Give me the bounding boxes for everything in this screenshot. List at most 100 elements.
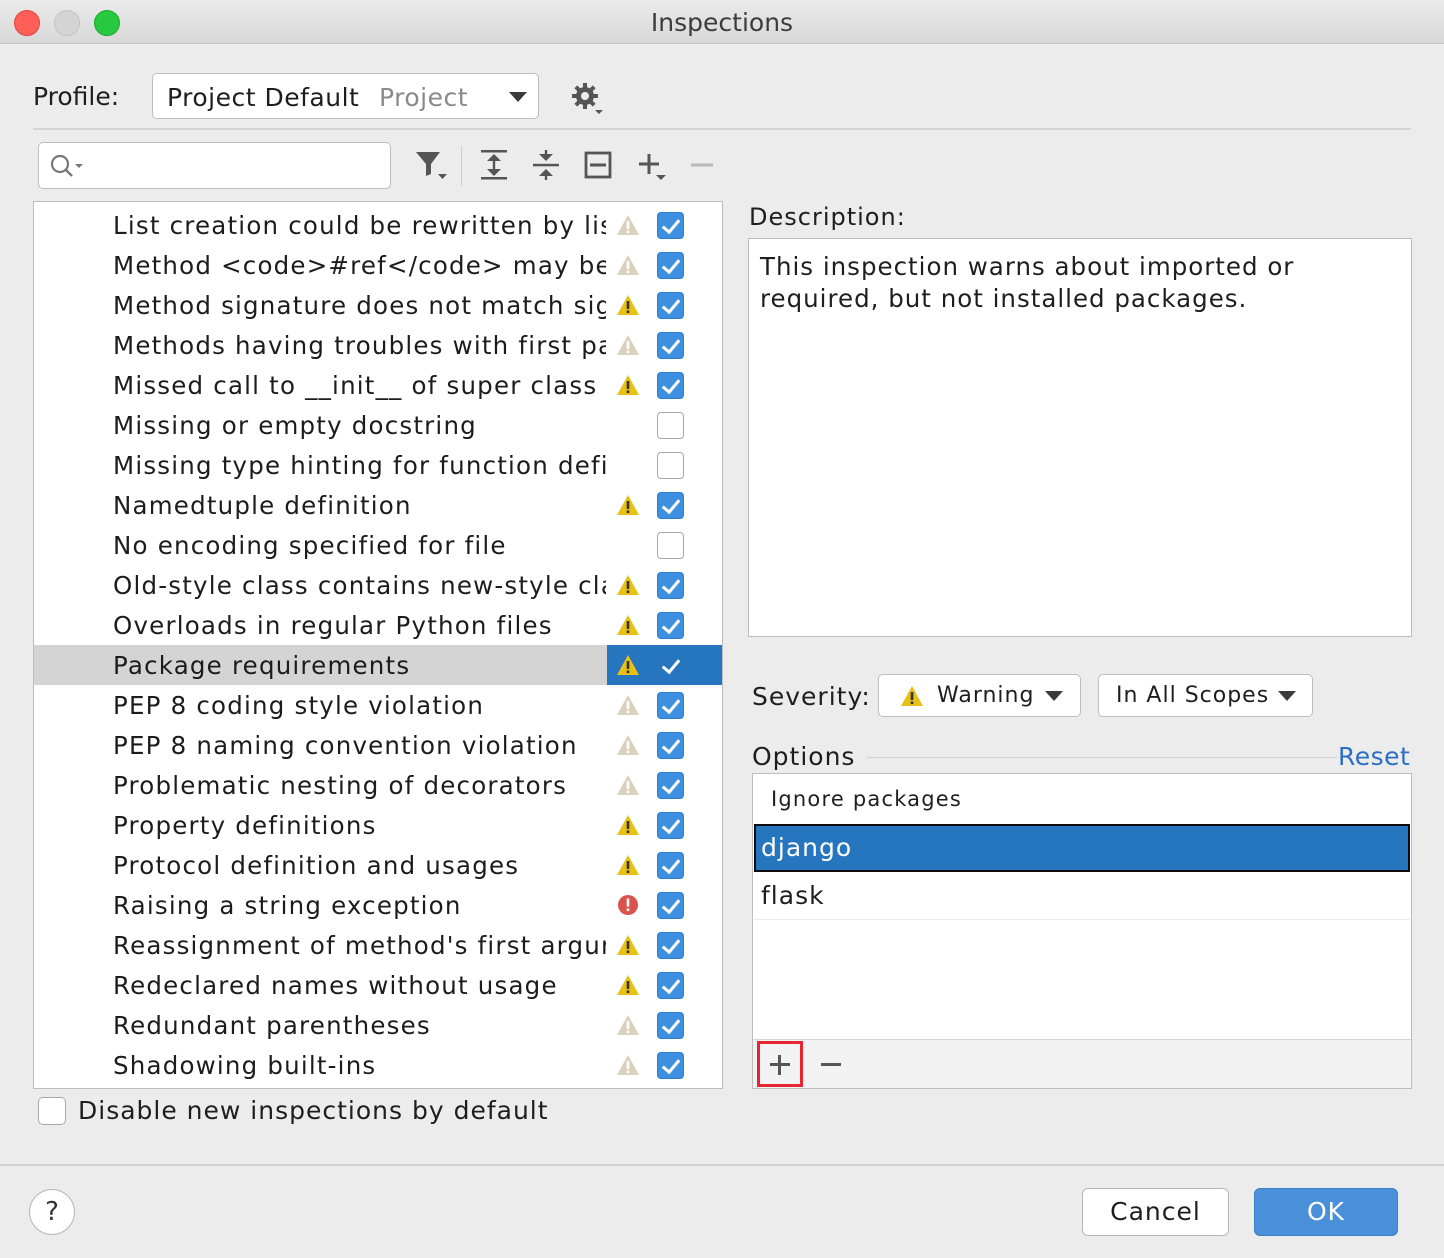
inspection-row[interactable]: Redundant parentheses xyxy=(34,1005,722,1045)
inspection-row[interactable]: Protocol definition and usages xyxy=(34,845,722,885)
inspection-enabled-checkbox[interactable] xyxy=(657,732,684,759)
filter-icon[interactable] xyxy=(414,148,448,182)
inspection-enabled-checkbox[interactable] xyxy=(657,372,684,399)
inspection-row[interactable]: PEP 8 naming convention violation xyxy=(34,725,722,765)
add-icon[interactable] xyxy=(635,148,669,182)
inspection-label: Reassignment of method's first argument xyxy=(113,931,606,960)
reset-link[interactable]: Reset xyxy=(1338,742,1410,771)
inspection-row[interactable]: Missing type hinting for function defini… xyxy=(34,445,722,485)
inspection-row[interactable]: Package requirements xyxy=(34,645,722,685)
inspection-enabled-checkbox[interactable] xyxy=(657,1052,684,1079)
add-package-button[interactable] xyxy=(757,1041,803,1087)
inspection-row[interactable]: Problematic nesting of decorators xyxy=(34,765,722,805)
profile-label: Profile: xyxy=(33,82,120,111)
inspection-enabled-checkbox[interactable] xyxy=(657,572,684,599)
inspection-enabled-checkbox[interactable] xyxy=(657,972,684,999)
remove-icon[interactable] xyxy=(687,148,721,182)
weak-warning-icon xyxy=(617,215,639,235)
inspection-row[interactable]: Methods having troubles with first param… xyxy=(34,325,722,365)
inspection-enabled-checkbox[interactable] xyxy=(657,932,684,959)
search-icon xyxy=(50,154,83,177)
inspection-row[interactable]: Missing or empty docstring xyxy=(34,405,722,445)
inspection-row[interactable]: Method signature does not match signatur… xyxy=(34,285,722,325)
ok-button[interactable]: OK xyxy=(1254,1188,1398,1236)
inspection-row[interactable]: Raising a string exception xyxy=(34,885,722,925)
inspection-enabled-checkbox[interactable] xyxy=(657,1012,684,1039)
severity-dropdown[interactable]: Warning xyxy=(878,674,1081,717)
options-label: Options xyxy=(752,742,856,771)
weak-warning-icon xyxy=(617,695,639,715)
cancel-button[interactable]: Cancel xyxy=(1082,1188,1229,1236)
inspection-row[interactable]: Missed call to __init__ of super class xyxy=(34,365,722,405)
inspection-label: Namedtuple definition xyxy=(113,491,412,520)
inspection-row[interactable]: List creation could be rewritten by list xyxy=(34,205,722,245)
inspection-label: Missing type hinting for function defini… xyxy=(113,451,606,480)
inspection-enabled-checkbox[interactable] xyxy=(657,652,684,679)
profile-scope: Project xyxy=(379,83,469,112)
inspection-label: Method signature does not match signatur… xyxy=(113,291,606,320)
inspections-tree[interactable]: List creation could be rewritten by list… xyxy=(33,201,723,1089)
inspection-enabled-checkbox[interactable] xyxy=(657,412,684,439)
inspection-label: Protocol definition and usages xyxy=(113,851,520,880)
warning-icon xyxy=(617,855,639,875)
inspection-enabled-checkbox[interactable] xyxy=(657,332,684,359)
warning-icon xyxy=(617,575,639,595)
warning-icon xyxy=(617,655,639,675)
profile-dropdown[interactable]: Project Default Project xyxy=(152,73,539,119)
inspection-enabled-checkbox[interactable] xyxy=(657,212,684,239)
title-bar: Inspections xyxy=(0,0,1444,44)
package-row-flask[interactable]: flask xyxy=(754,872,1410,920)
inspection-enabled-checkbox[interactable] xyxy=(657,292,684,319)
inspection-enabled-checkbox[interactable] xyxy=(657,612,684,639)
severity-value: Warning xyxy=(937,683,1035,708)
warning-icon xyxy=(901,686,923,706)
description-line: required, but not installed packages. xyxy=(760,284,1248,313)
help-button[interactable]: ? xyxy=(29,1189,75,1235)
inspection-row[interactable]: Namedtuple definition xyxy=(34,485,722,525)
inspection-label: Problematic nesting of decorators xyxy=(113,771,568,800)
scope-dropdown[interactable]: In All Scopes xyxy=(1098,674,1313,717)
inspection-row[interactable]: Reassignment of method's first argument xyxy=(34,925,722,965)
list-header: Ignore packages xyxy=(771,787,963,811)
inspection-enabled-checkbox[interactable] xyxy=(657,772,684,799)
inspection-enabled-checkbox[interactable] xyxy=(657,532,684,559)
inspection-label: Shadowing built-ins xyxy=(113,1051,377,1080)
inspection-row[interactable]: Property definitions xyxy=(34,805,722,845)
inspection-label: Package requirements xyxy=(113,651,411,680)
inspection-row[interactable]: Overloads in regular Python files xyxy=(34,605,722,645)
remove-package-button[interactable] xyxy=(821,1063,841,1066)
inspection-enabled-checkbox[interactable] xyxy=(657,492,684,519)
profile-value: Project Default xyxy=(167,83,360,112)
disable-new-checkbox[interactable] xyxy=(38,1097,66,1125)
description-label: Description: xyxy=(749,203,906,231)
inspection-enabled-checkbox[interactable] xyxy=(657,812,684,839)
gear-icon[interactable] xyxy=(569,80,605,116)
inspection-label: PEP 8 naming convention violation xyxy=(113,731,578,760)
chevron-down-icon xyxy=(1278,691,1296,701)
inspection-row[interactable]: No encoding specified for file xyxy=(34,525,722,565)
search-input[interactable] xyxy=(38,142,391,189)
warning-icon xyxy=(617,615,639,635)
package-name: django xyxy=(761,833,853,862)
inspection-row[interactable]: Old-style class contains new-style class… xyxy=(34,565,722,605)
profile-separator xyxy=(33,128,1411,130)
inspection-row[interactable]: Method <code>#ref</code> may be 'static' xyxy=(34,245,722,285)
description-line: This inspection warns about imported or xyxy=(760,252,1295,281)
inspection-enabled-checkbox[interactable] xyxy=(657,452,684,479)
package-row-django[interactable]: django xyxy=(754,824,1410,872)
collapse-all-icon[interactable] xyxy=(529,148,563,182)
inspection-row[interactable]: Shadowing built-ins xyxy=(34,1045,722,1085)
inspection-row[interactable]: Redeclared names without usage xyxy=(34,965,722,1005)
inspection-label: Overloads in regular Python files xyxy=(113,611,553,640)
reset-defaults-icon[interactable] xyxy=(581,148,615,182)
list-toolbar xyxy=(753,1039,1411,1088)
inspection-row[interactable]: PEP 8 coding style violation xyxy=(34,685,722,725)
inspection-enabled-checkbox[interactable] xyxy=(657,852,684,879)
inspection-enabled-checkbox[interactable] xyxy=(657,252,684,279)
inspection-label: Method <code>#ref</code> may be 'static' xyxy=(113,251,606,280)
inspection-enabled-checkbox[interactable] xyxy=(657,892,684,919)
expand-all-icon[interactable] xyxy=(477,148,511,182)
inspection-enabled-checkbox[interactable] xyxy=(657,692,684,719)
inspection-label: Missed call to __init__ of super class xyxy=(113,371,598,400)
weak-warning-icon xyxy=(617,335,639,355)
